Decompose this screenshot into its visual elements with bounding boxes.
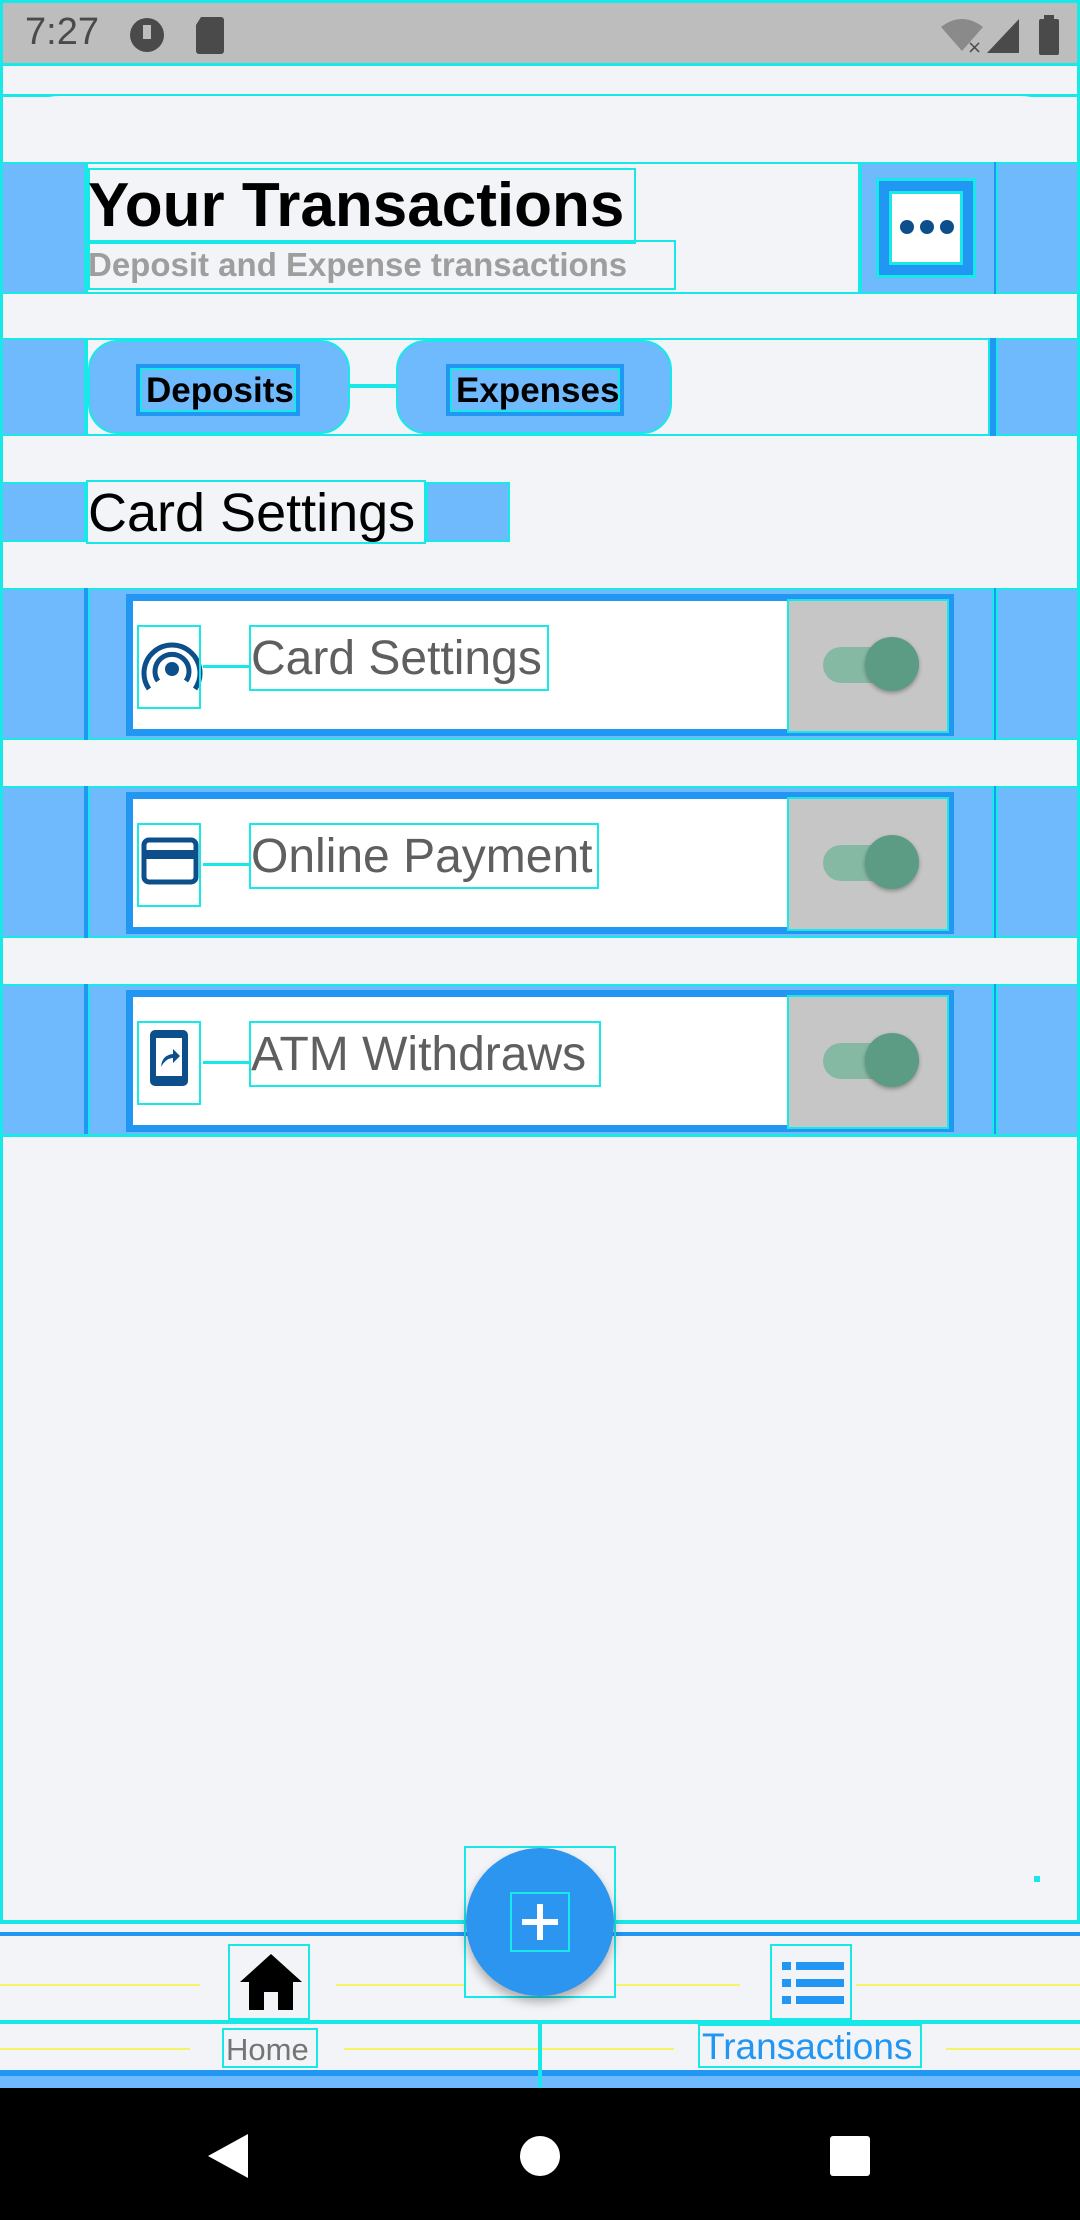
tabs-left-gutter bbox=[0, 338, 86, 436]
tab-expenses-label: Expenses bbox=[456, 371, 620, 410]
battery-icon bbox=[1039, 15, 1059, 55]
setting-row-atm-withdraws[interactable]: ATM Withdraws bbox=[126, 990, 954, 1132]
header-left-gutter bbox=[0, 162, 86, 294]
more-button[interactable] bbox=[876, 178, 976, 278]
sd-card-icon bbox=[196, 17, 224, 54]
card-settings-switch[interactable] bbox=[787, 599, 949, 733]
status-time: 7:27 bbox=[25, 11, 99, 53]
tab-expenses[interactable]: Expenses bbox=[396, 340, 672, 434]
header-right-gutter bbox=[996, 162, 1080, 294]
notification-icon bbox=[130, 18, 164, 52]
nav-label-box: Transactions bbox=[698, 2024, 922, 2068]
row-right-gutter bbox=[996, 786, 1080, 938]
row-left-gutter bbox=[0, 588, 86, 740]
status-bar: 7:27 × bbox=[0, 0, 1080, 66]
section-right-cell bbox=[426, 482, 510, 542]
nav-item-transactions[interactable] bbox=[770, 1944, 852, 2020]
home-circle-icon[interactable] bbox=[518, 2134, 562, 2178]
wifi-off-icon: × bbox=[941, 19, 983, 55]
setting-label: Online Payment bbox=[251, 830, 593, 883]
more-horizontal-icon bbox=[900, 220, 954, 234]
back-icon[interactable] bbox=[204, 2130, 252, 2182]
atm-withdraws-switch[interactable] bbox=[787, 995, 949, 1129]
setting-row-card-settings[interactable]: Card Settings bbox=[126, 594, 954, 736]
section-title: Card Settings bbox=[88, 483, 416, 543]
page-subtitle: Deposit and Expense transactions bbox=[88, 246, 628, 283]
signal-icon bbox=[987, 19, 1019, 53]
tabs-right-gutter bbox=[996, 338, 1080, 436]
add-fab-button[interactable] bbox=[466, 1848, 614, 1996]
tab-deposits-label: Deposits bbox=[146, 371, 294, 410]
online-payment-switch[interactable] bbox=[787, 797, 949, 931]
svg-text:×: × bbox=[967, 37, 982, 55]
plus-icon bbox=[522, 1904, 558, 1940]
nav-label-home[interactable]: Home bbox=[226, 2032, 309, 2068]
setting-label: ATM Withdraws bbox=[251, 1028, 587, 1081]
tab-deposits[interactable]: Deposits bbox=[88, 340, 350, 434]
nav-label-transactions[interactable]: Transactions bbox=[702, 2026, 912, 2068]
section-left-gutter bbox=[0, 482, 86, 542]
home-icon bbox=[240, 1954, 302, 2010]
recents-icon[interactable] bbox=[828, 2134, 872, 2178]
sheet-top bbox=[0, 96, 1080, 156]
row-right-gutter bbox=[996, 984, 1080, 1136]
row-left-gutter bbox=[0, 786, 86, 938]
setting-row-online-payment[interactable]: Online Payment bbox=[126, 792, 954, 934]
nav-item-home[interactable] bbox=[228, 1944, 310, 2020]
nav-label-box: Home bbox=[222, 2028, 318, 2068]
row-left-gutter bbox=[0, 984, 86, 1136]
row-right-gutter bbox=[996, 588, 1080, 740]
list-icon bbox=[782, 1962, 844, 2004]
system-navigation-bar bbox=[0, 2088, 1080, 2220]
setting-label: Card Settings bbox=[251, 632, 542, 685]
page-title: Your Transactions bbox=[88, 171, 625, 240]
